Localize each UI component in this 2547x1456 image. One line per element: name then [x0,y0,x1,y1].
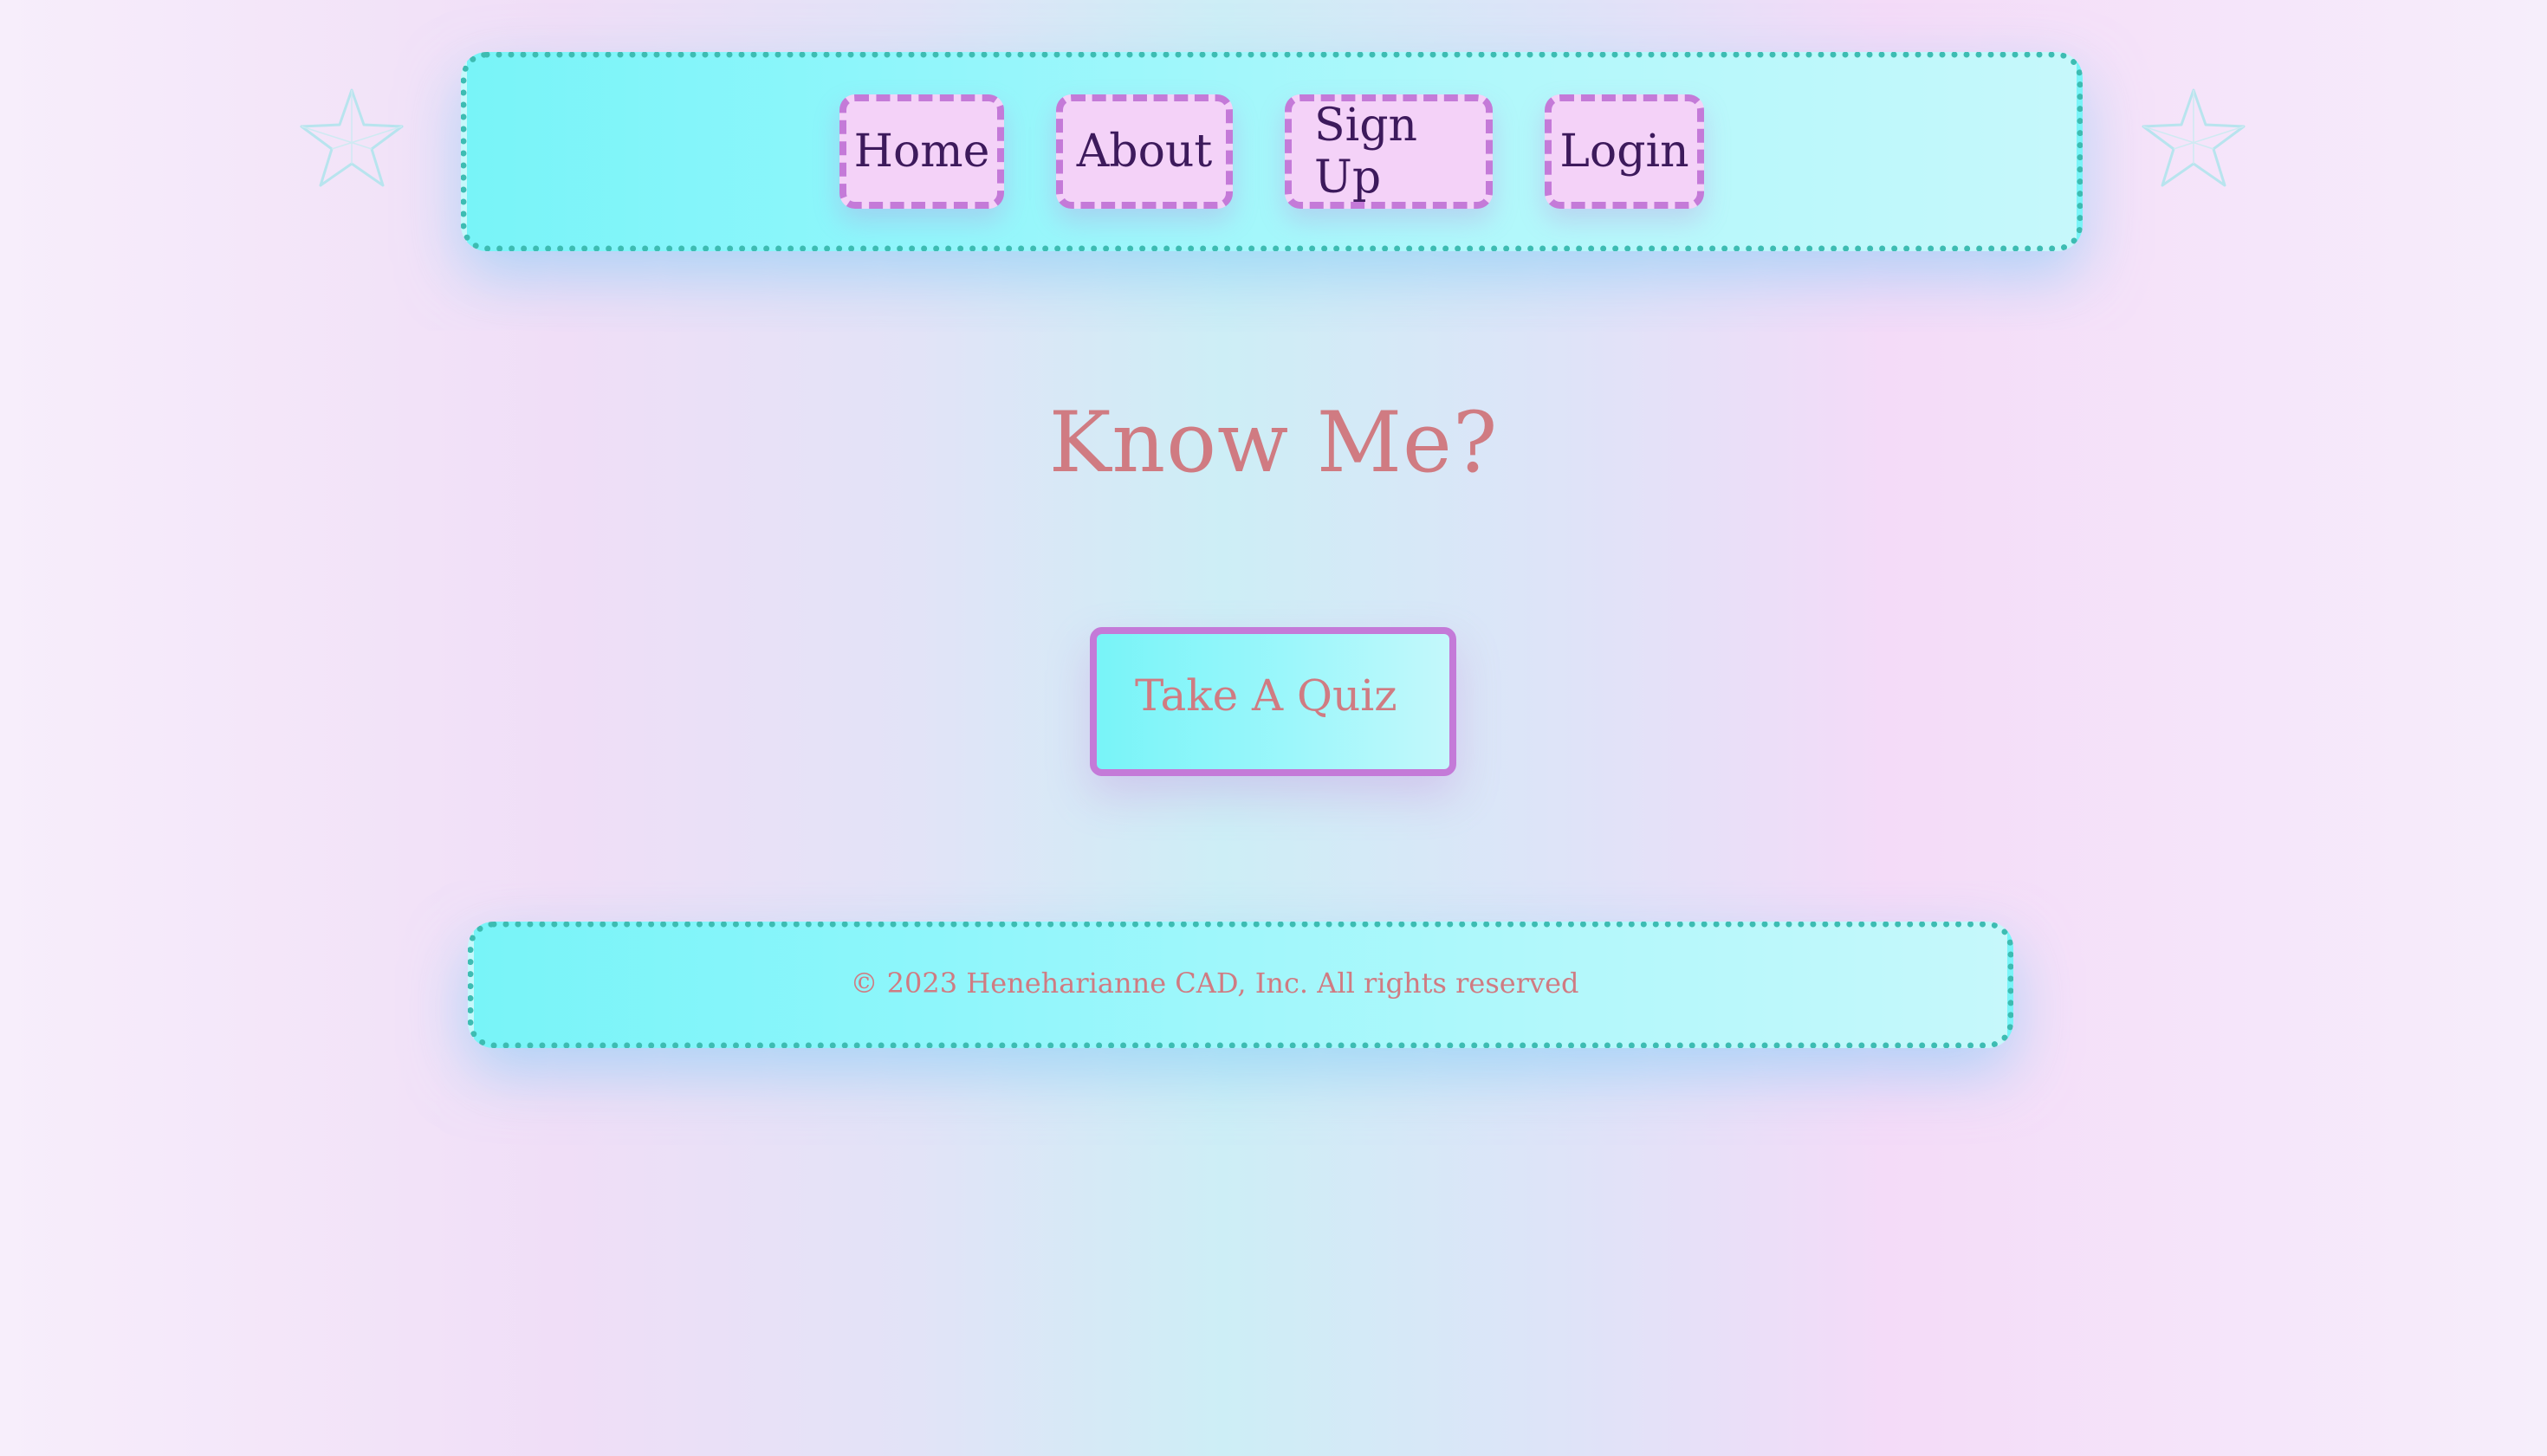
star-decoration-right-icon [2140,87,2247,189]
nav-home-button[interactable]: Home [839,94,1004,209]
nav-login-button[interactable]: Login [1545,94,1704,209]
main-navigation: Home About Sign Up Login [461,52,2083,251]
star-outline-icon [300,88,404,187]
nav-sign-up-button[interactable]: Sign Up [1285,94,1493,209]
star-outline-icon [2142,88,2246,187]
copyright-text: © 2023 Heneharianne CAD, Inc. All rights… [850,967,1579,1000]
page-footer: © 2023 Heneharianne CAD, Inc. All rights… [468,922,2013,1048]
nav-about-button[interactable]: About [1056,94,1233,209]
star-decoration-left-icon [298,87,405,189]
take-quiz-button[interactable]: Take A Quiz [1090,627,1456,776]
page-title: Know Me? [1048,394,1499,491]
